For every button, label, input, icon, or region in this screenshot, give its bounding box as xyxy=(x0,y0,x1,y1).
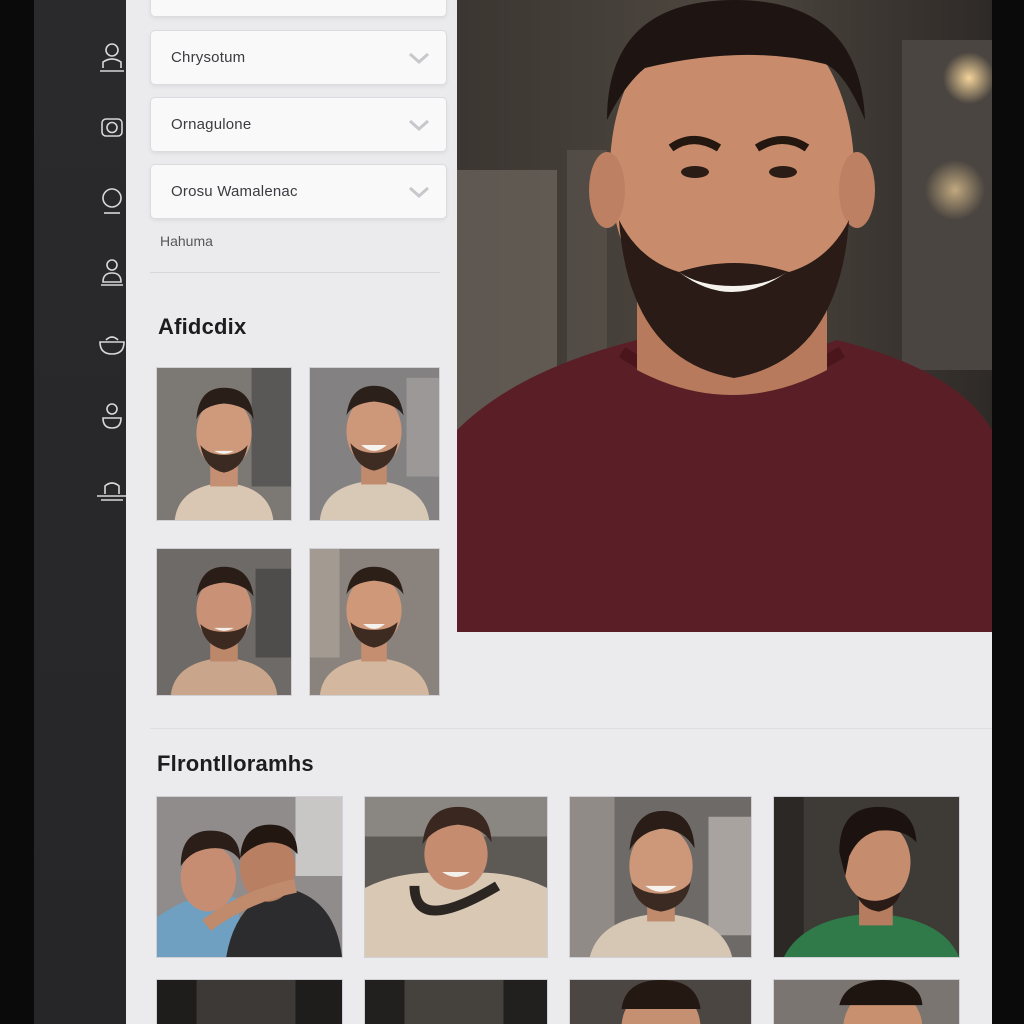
dropdown-partial[interactable] xyxy=(150,0,447,17)
dropdown-label: Orosu Wamalenac xyxy=(171,183,298,200)
filter-dropdown-3[interactable]: Orosu Wamalenac xyxy=(150,164,447,219)
window-edge-right xyxy=(992,0,1024,1024)
filter-dropdown-2[interactable]: Ornagulone xyxy=(150,97,447,152)
window-edge-left xyxy=(0,0,34,1024)
chevron-down-icon xyxy=(409,119,429,132)
photo-thumbnail[interactable] xyxy=(156,796,343,958)
photo-thumbnail[interactable] xyxy=(156,367,292,521)
filter-dropdown-1[interactable]: Chrysotum xyxy=(150,30,447,85)
section-title-recommended: Flrontlloramhs xyxy=(157,751,314,776)
icon-sidebar xyxy=(34,0,127,1024)
photo-thumbnail[interactable] xyxy=(773,979,960,1024)
dropdown-label: Ornagulone xyxy=(171,116,252,133)
photo-thumbnail[interactable] xyxy=(569,979,752,1024)
photo-thumbnail[interactable] xyxy=(569,796,752,958)
photo-thumbnail[interactable] xyxy=(309,548,440,696)
photo-thumbnail[interactable] xyxy=(364,979,548,1024)
filter-link[interactable]: Hahuma xyxy=(160,233,213,249)
section-divider xyxy=(150,728,992,729)
hero-photo xyxy=(457,0,992,632)
chevron-down-icon xyxy=(409,52,429,65)
photo-thumbnail[interactable] xyxy=(156,548,292,696)
divider xyxy=(150,272,440,273)
photo-thumbnail[interactable] xyxy=(773,796,960,958)
photo-thumbnail[interactable] xyxy=(309,367,440,521)
dropdown-label: Chrysotum xyxy=(171,49,246,66)
section-title-selected: Afidcdix xyxy=(158,314,247,339)
photo-thumbnail[interactable] xyxy=(156,979,343,1024)
photo-thumbnail[interactable] xyxy=(364,796,548,958)
chevron-down-icon xyxy=(409,186,429,199)
